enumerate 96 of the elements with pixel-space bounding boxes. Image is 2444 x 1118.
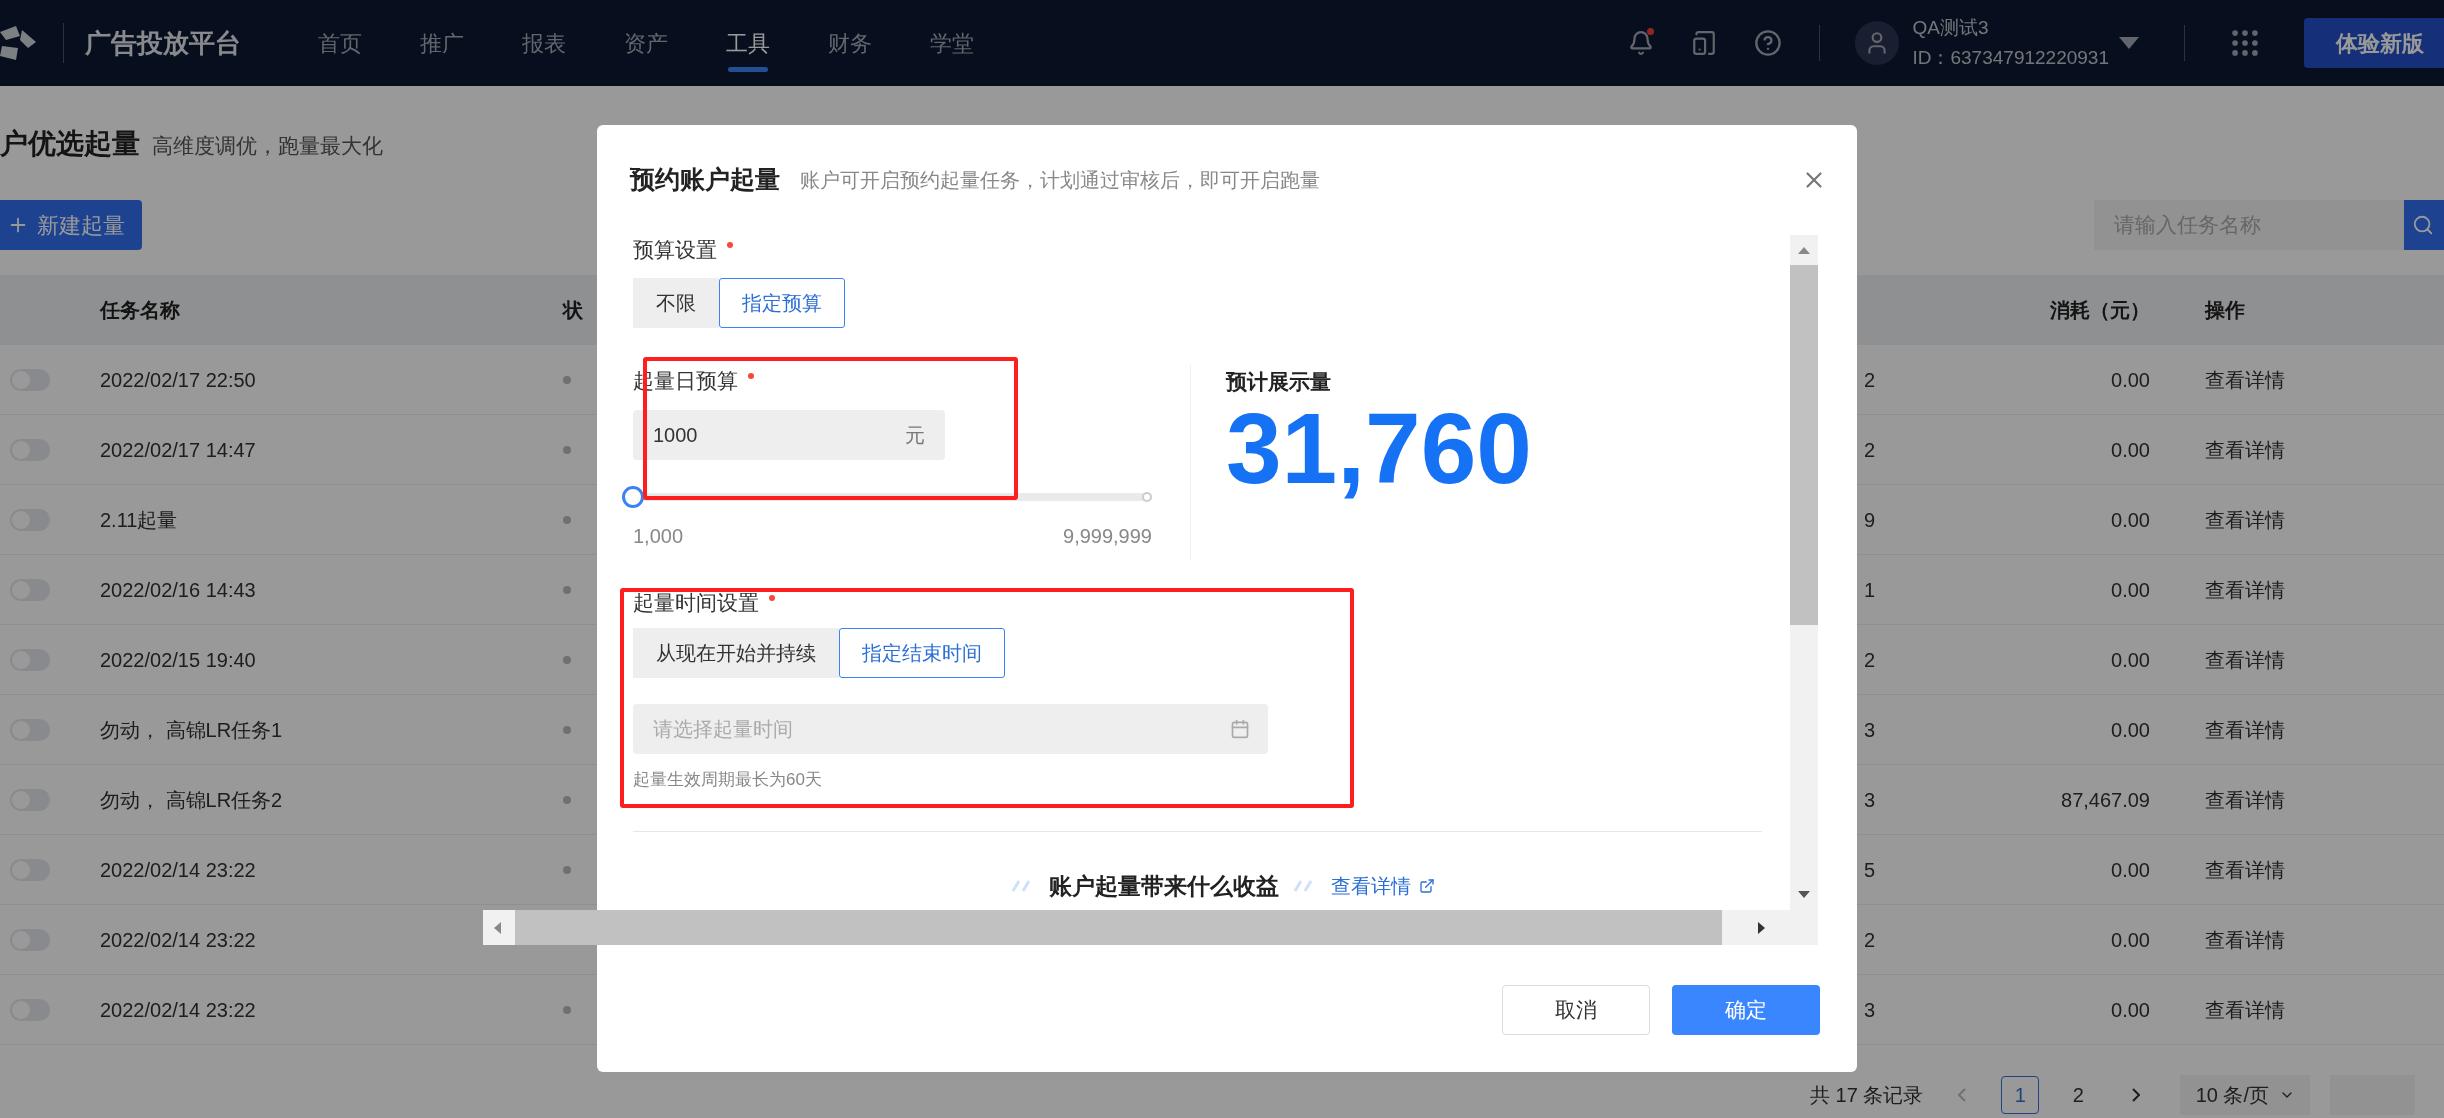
segment-option[interactable]: 从现在开始并持续 xyxy=(633,628,839,678)
view-details-link[interactable]: 查看详情 xyxy=(2205,858,2285,881)
horizontal-scrollbar[interactable] xyxy=(483,910,1818,945)
chevron-right-icon xyxy=(2132,1088,2141,1102)
user-id: ID：637347912220931 xyxy=(1912,46,2109,70)
table-cell-text: 2022/02/14 23:22 xyxy=(100,857,256,883)
view-details-link[interactable]: 查看详情 xyxy=(2205,788,2285,811)
table-cell-text: 2 xyxy=(1863,367,1875,393)
table-cell-text: 2 xyxy=(1863,647,1875,673)
nav-menu-item[interactable]: 首页 xyxy=(318,0,362,86)
view-details-link[interactable]: 查看详情 xyxy=(2205,438,2285,461)
nav-menu-item[interactable]: 学堂 xyxy=(930,0,974,86)
column-header: 任务名称 xyxy=(100,298,181,323)
cancel-button[interactable]: 取消 xyxy=(1502,985,1650,1035)
total-records: 共 17 条记录 xyxy=(1810,1083,1924,1108)
estimate-value: 31,760 xyxy=(1226,393,1532,503)
segment-option[interactable]: 不限 xyxy=(633,278,719,328)
page-button[interactable]: 2 xyxy=(2059,1076,2098,1114)
table-cell-text: 2022/02/17 22:50 xyxy=(100,367,256,393)
brand-name: 广告投放平台 xyxy=(85,26,241,60)
page-subtitle: 高维度调优，跑量最大化 xyxy=(152,133,383,159)
table-cell-text: 2.11起量 xyxy=(100,507,178,533)
date-picker-field[interactable]: 请选择起量时间 xyxy=(633,704,1268,754)
table-cell-text: 87,467.09 xyxy=(2061,787,2150,813)
page-size-select[interactable]: 10 条/页 xyxy=(2180,1075,2311,1115)
table-cell-text: 2022/02/14 23:22 xyxy=(100,927,256,953)
view-details-link[interactable]: 查看详情 xyxy=(2205,578,2285,601)
modal-title: 预约账户起量 xyxy=(630,164,780,196)
confirm-button[interactable]: 确定 xyxy=(1672,985,1820,1035)
calendar-icon xyxy=(1230,719,1250,739)
field-label: 预算设置 xyxy=(633,237,717,264)
view-details-link[interactable]: 查看详情 xyxy=(2205,998,2285,1021)
view-details-link[interactable]: 查看详情 xyxy=(2205,368,2285,391)
user-avatar[interactable] xyxy=(1855,21,1900,65)
table-cell-text: 0.00 xyxy=(2111,577,2150,603)
column-header: 操作 xyxy=(2203,298,2246,323)
table-cell-text: 0.00 xyxy=(2111,927,2150,953)
table-cell-text: 2022/02/17 14:47 xyxy=(100,437,256,463)
table-cell-text: 2022/02/16 14:43 xyxy=(100,577,256,603)
hint-text: 起量生效周期最长为60天 xyxy=(633,769,823,791)
page-title: 户优选起量 xyxy=(0,127,140,161)
table-cell-text: 3 xyxy=(1863,787,1875,813)
segment-option[interactable]: 指定预算 xyxy=(719,278,845,328)
table-cell-text: 2022/02/14 23:22 xyxy=(100,997,256,1023)
view-details-link[interactable]: 查看详情 xyxy=(2205,928,2285,951)
table-cell-text: 0.00 xyxy=(2111,507,2150,533)
column-header: 状 xyxy=(563,298,583,323)
modal-subtitle: 账户可开启预约起量任务，计划通过审核后，即可开启跑量 xyxy=(800,168,1320,193)
table-cell-text: 0.00 xyxy=(2111,997,2150,1023)
caret-icon[interactable] xyxy=(2119,37,2139,49)
table-cell-text: 9 xyxy=(1863,507,1875,533)
field-label: 起量时间设置 xyxy=(633,590,759,617)
table-cell-text: 2022/02/15 19:40 xyxy=(100,647,256,673)
nav-menu-item[interactable]: 资产 xyxy=(624,0,668,86)
slider-thumb[interactable] xyxy=(622,486,644,508)
tablet-icon[interactable] xyxy=(1691,30,1718,56)
new-task-button[interactable]: 新建起量 xyxy=(0,200,142,250)
table-cell-text: 勿动， 高锦LR任务1 xyxy=(100,717,283,743)
search-button[interactable] xyxy=(2404,200,2444,250)
view-details-link[interactable]: 查看详情 xyxy=(2205,718,2285,741)
estimate-label: 预计展示量 xyxy=(1226,369,1332,395)
table-cell-text: 0.00 xyxy=(2111,717,2150,743)
budget-input[interactable]: 1000 元 xyxy=(633,410,945,460)
slider-min-label: 1,000 xyxy=(633,524,684,549)
try-new-version-button[interactable]: 体验新版 xyxy=(2304,18,2444,68)
view-details-link[interactable]: 查看详情 xyxy=(1330,871,1435,902)
chevron-left-icon xyxy=(1958,1088,1967,1102)
table-cell-text: 2 xyxy=(1863,437,1875,463)
table-cell-text: 0.00 xyxy=(2111,437,2150,463)
segment-option[interactable]: 指定结束时间 xyxy=(839,628,1005,678)
nav-menu-item[interactable]: 报表 xyxy=(522,0,566,86)
nav-menu-item[interactable]: 财务 xyxy=(828,0,872,86)
budget-slider[interactable] xyxy=(622,486,1152,508)
table-cell-text: 1 xyxy=(1863,577,1875,603)
user-name: QA测试3 xyxy=(1912,16,1990,40)
view-details-link[interactable]: 查看详情 xyxy=(2205,648,2285,671)
help-icon[interactable] xyxy=(1754,29,1783,57)
nav-menu-item[interactable]: 工具 xyxy=(726,0,770,86)
view-details-link[interactable]: 查看详情 xyxy=(2205,508,2285,531)
table-cell-text: 5 xyxy=(1863,857,1875,883)
table-cell-text: 0.00 xyxy=(2111,857,2150,883)
table-cell-text: 3 xyxy=(1863,997,1875,1023)
table-cell-text: 2 xyxy=(1863,927,1875,953)
table-cell-text: 3 xyxy=(1863,717,1875,743)
vertical-scrollbar[interactable] xyxy=(1790,235,1818,910)
nav-menu-item[interactable]: 推广 xyxy=(420,0,464,86)
table-cell-text: 0.00 xyxy=(2111,367,2150,393)
search-icon xyxy=(2412,214,2434,236)
benefits-title: 账户起量带来什么收益 xyxy=(1048,872,1279,901)
page-button[interactable]: 1 xyxy=(2001,1076,2040,1114)
unit-label: 元 xyxy=(905,423,925,448)
table-cell-text: 勿动， 高锦LR任务2 xyxy=(100,787,283,813)
slider-max-label: 9,999,999 xyxy=(1063,524,1152,549)
column-header: 消耗（元） xyxy=(2049,298,2150,323)
external-link-icon xyxy=(1418,878,1435,895)
table-cell-text: 0.00 xyxy=(2111,647,2150,673)
